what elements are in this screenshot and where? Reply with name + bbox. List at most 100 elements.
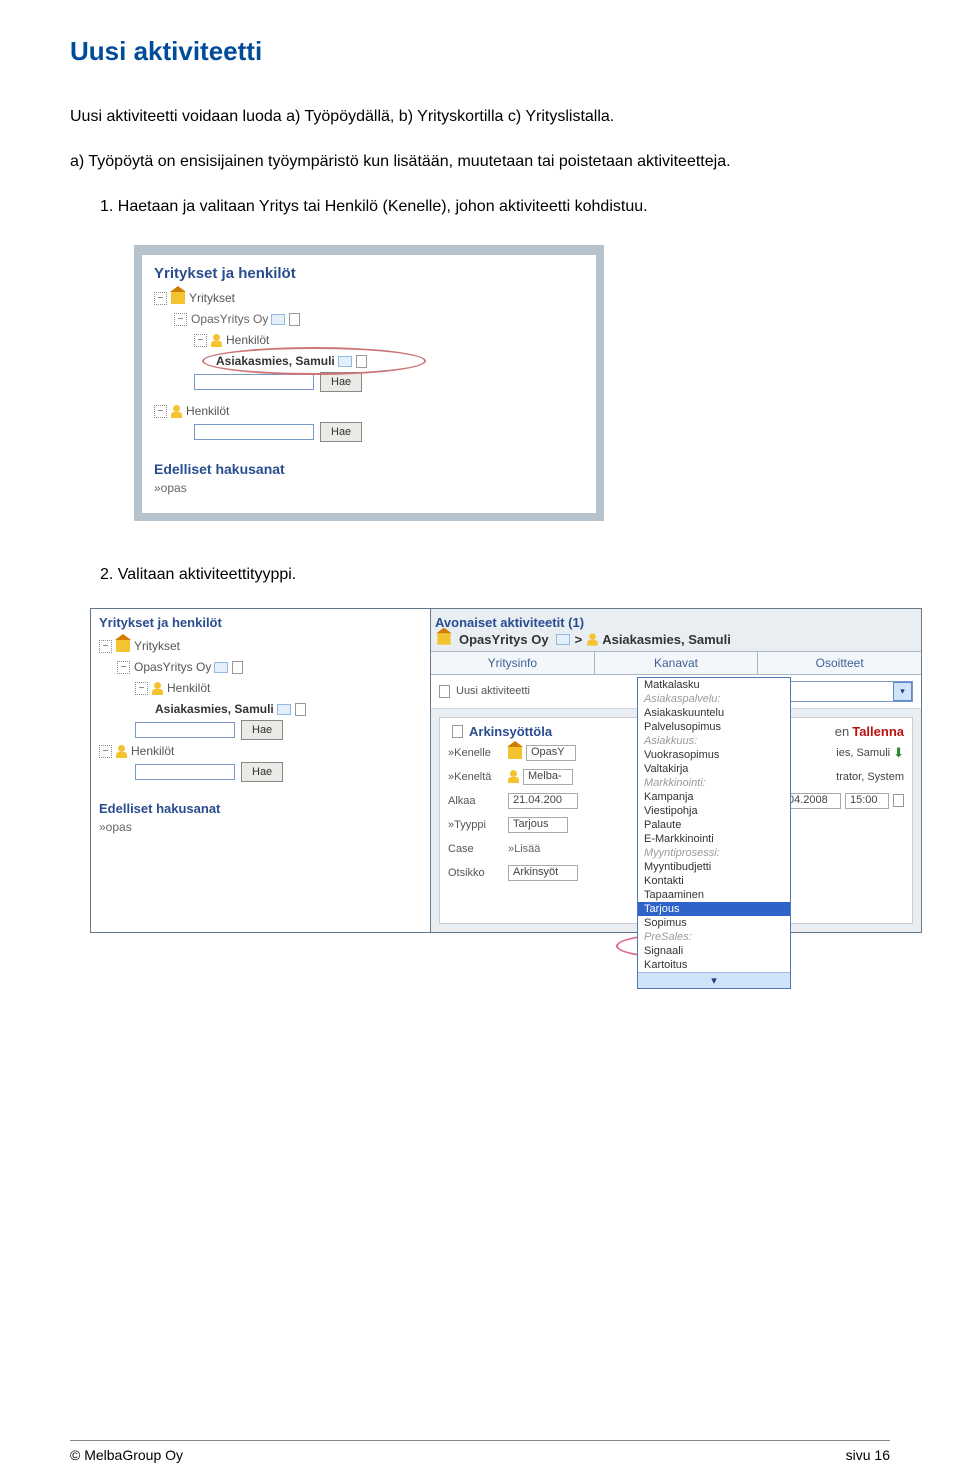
open-activities-heading: Avonaiset aktiviteetit (1) bbox=[435, 615, 921, 630]
person-icon bbox=[508, 770, 519, 783]
page-icon bbox=[232, 661, 243, 674]
dropdown-item[interactable]: Palaute bbox=[638, 818, 790, 832]
dropdown-item: Myyntiprosessi: bbox=[638, 846, 790, 860]
dropdown-item[interactable]: Kartoitus bbox=[638, 958, 790, 972]
tab-yritysinfo[interactable]: Yritysinfo bbox=[431, 651, 594, 675]
card-icon bbox=[556, 634, 570, 645]
tab-kanavat[interactable]: Kanavat bbox=[594, 651, 758, 675]
page-icon bbox=[356, 355, 367, 368]
dropdown-item[interactable]: Vuokrasopimus bbox=[638, 748, 790, 762]
type-field[interactable]: Tarjous bbox=[508, 817, 568, 833]
dropdown-item[interactable]: Signaali bbox=[638, 944, 790, 958]
house-icon bbox=[171, 292, 185, 304]
dropdown-item[interactable]: Tarjous bbox=[638, 902, 790, 916]
arrow-down-icon[interactable]: ⬇ bbox=[893, 745, 904, 761]
calendar-icon[interactable] bbox=[893, 794, 904, 807]
footer-copyright: © MelbaGroup Oy bbox=[70, 1447, 183, 1463]
house-icon bbox=[437, 634, 450, 645]
search-history-item[interactable]: »opas bbox=[99, 820, 422, 834]
search-button[interactable]: Hae bbox=[320, 372, 362, 392]
new-activity-label: Uusi aktiviteetti bbox=[456, 685, 530, 697]
dropdown-item: PreSales: bbox=[638, 930, 790, 944]
dropdown-item: Asiakkuus: bbox=[638, 734, 790, 748]
page-icon bbox=[289, 313, 300, 326]
collapse-icon[interactable]: − bbox=[99, 745, 112, 758]
collapse-icon[interactable]: − bbox=[154, 292, 167, 305]
search-button[interactable]: Hae bbox=[241, 762, 283, 782]
tree-company[interactable]: OpasYritys Oy bbox=[191, 312, 268, 326]
search-button[interactable]: Hae bbox=[241, 720, 283, 740]
tree-company[interactable]: OpasYritys Oy bbox=[134, 660, 211, 674]
collapse-icon[interactable]: − bbox=[135, 682, 148, 695]
tree-search-input-2[interactable] bbox=[135, 764, 235, 780]
tree-root-companies[interactable]: Yritykset bbox=[189, 291, 235, 305]
tree-root-people[interactable]: Henkilöt bbox=[186, 404, 229, 418]
tree-root-companies[interactable]: Yritykset bbox=[134, 639, 180, 653]
title-field[interactable]: Arkinsyöt bbox=[508, 865, 578, 881]
label-kenelle: »Kenelle bbox=[448, 747, 508, 759]
label-tyyppi: »Tyyppi bbox=[448, 819, 508, 831]
tree-selected-person[interactable]: Asiakasmies, Samuli bbox=[155, 702, 274, 716]
collapse-icon[interactable]: − bbox=[174, 313, 187, 326]
tree-selected-person[interactable]: Asiakasmies, Samuli bbox=[216, 354, 335, 368]
tree-search-input-2[interactable] bbox=[194, 424, 314, 440]
kenelle-field[interactable]: OpasY bbox=[526, 745, 576, 761]
desk-paragraph: a) Työpöytä on ensisijainen työympäristö… bbox=[70, 150, 890, 173]
tree-search-input-1[interactable] bbox=[135, 722, 235, 738]
tree-people-label[interactable]: Henkilöt bbox=[226, 333, 269, 347]
tree-root-people[interactable]: Henkilöt bbox=[131, 744, 174, 758]
dropdown-item[interactable]: E-Markkinointi bbox=[638, 832, 790, 846]
tree-search-input-1[interactable] bbox=[194, 374, 314, 390]
dropdown-item[interactable]: Myyntibudjetti bbox=[638, 860, 790, 874]
end-time-field[interactable]: 15:00 bbox=[845, 793, 889, 809]
case-add-link[interactable]: »Lisää bbox=[508, 843, 540, 855]
person-icon bbox=[116, 745, 127, 758]
dropdown-item[interactable]: Sopimus bbox=[638, 916, 790, 930]
breadcrumb-company[interactable]: OpasYritys Oy bbox=[459, 632, 549, 647]
card-icon bbox=[277, 704, 291, 715]
save-button[interactable]: Tallenna bbox=[852, 724, 904, 739]
dropdown-item[interactable]: Palvelusopimus bbox=[638, 720, 790, 734]
type-dropdown[interactable]: MatkalaskuAsiakaspalvelu:Asiakaskuuntelu… bbox=[637, 677, 791, 989]
panel-heading: Yritykset ja henkilöt bbox=[154, 265, 584, 282]
card-icon bbox=[338, 356, 352, 367]
kenelta-field[interactable]: Melba- bbox=[523, 769, 573, 785]
search-history-item[interactable]: »opas bbox=[154, 481, 584, 495]
dropdown-item[interactable]: Kontakti bbox=[638, 874, 790, 888]
start-date-field[interactable]: 21.04.200 bbox=[508, 793, 578, 809]
collapse-icon[interactable]: − bbox=[194, 334, 207, 347]
dropdown-item[interactable]: Matkalasku bbox=[638, 678, 790, 692]
search-history-heading: Edelliset hakusanat bbox=[154, 461, 584, 477]
dropdown-item[interactable]: Asiakaskuuntelu bbox=[638, 706, 790, 720]
step-1: 1. Haetaan ja valitaan Yritys tai Henkil… bbox=[70, 195, 890, 218]
collapse-icon[interactable]: − bbox=[154, 405, 167, 418]
tab-osoitteet[interactable]: Osoitteet bbox=[757, 651, 921, 675]
page-icon bbox=[295, 703, 306, 716]
person-icon bbox=[171, 405, 182, 418]
dropdown-item[interactable]: Tapaaminen bbox=[638, 888, 790, 902]
person-icon bbox=[152, 682, 163, 695]
tree-people-label[interactable]: Henkilöt bbox=[167, 681, 210, 695]
label-kenelta: »Keneltä bbox=[448, 771, 508, 783]
chevron-down-icon[interactable]: ▾ bbox=[638, 972, 790, 988]
search-history-heading: Edelliset hakusanat bbox=[99, 801, 422, 816]
chevron-down-icon[interactable]: ▾ bbox=[893, 682, 912, 701]
kenelta-suffix: trator, System bbox=[836, 771, 904, 783]
end-date-field[interactable]: 04.2008 bbox=[783, 793, 841, 809]
label-case: Case bbox=[448, 843, 508, 855]
collapse-icon[interactable]: − bbox=[117, 661, 130, 674]
house-icon bbox=[508, 747, 522, 759]
footer-page-number: sivu 16 bbox=[846, 1447, 890, 1463]
step-2: 2. Valitaan aktiviteettityyppi. bbox=[70, 563, 890, 586]
breadcrumb-person[interactable]: Asiakasmies, Samuli bbox=[602, 632, 731, 647]
dropdown-item[interactable]: Valtakirja bbox=[638, 762, 790, 776]
intro-paragraph: Uusi aktiviteetti voidaan luoda a) Työpö… bbox=[70, 105, 890, 128]
kenelle-suffix: ies, Samuli bbox=[836, 747, 890, 759]
collapse-icon[interactable]: − bbox=[99, 640, 112, 653]
house-icon bbox=[116, 640, 130, 652]
screenshot-panel-2: Yritykset ja henkilöt −Yritykset −OpasYr… bbox=[90, 608, 922, 933]
dropdown-item[interactable]: Viestipohja bbox=[638, 804, 790, 818]
dropdown-item[interactable]: Kampanja bbox=[638, 790, 790, 804]
search-button[interactable]: Hae bbox=[320, 422, 362, 442]
person-icon bbox=[587, 633, 597, 645]
